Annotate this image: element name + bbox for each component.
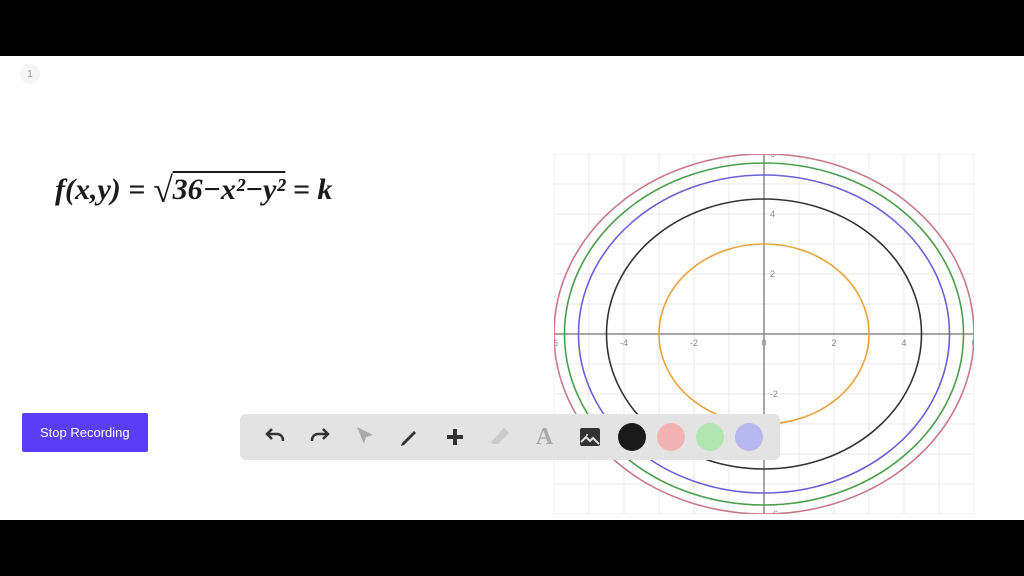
image-icon (578, 425, 602, 449)
undo-button[interactable] (258, 420, 292, 454)
pointer-button[interactable] (348, 420, 382, 454)
color-black[interactable] (618, 423, 646, 451)
svg-text:2: 2 (770, 269, 775, 279)
stop-recording-label: Stop Recording (40, 425, 130, 440)
equation-radical: 36−x²−y² (173, 173, 286, 206)
whiteboard-canvas[interactable]: 1 f(x,y) = √36−x²−y² = k -6-4-20246-6-4-… (0, 56, 1024, 520)
color-red[interactable] (657, 423, 685, 451)
add-button[interactable] (438, 420, 472, 454)
undo-icon (263, 425, 287, 449)
text-button[interactable]: A (528, 420, 562, 454)
eraser-button[interactable] (483, 420, 517, 454)
svg-text:4: 4 (901, 338, 906, 348)
page-number: 1 (27, 69, 33, 80)
pen-button[interactable] (393, 420, 427, 454)
image-button[interactable] (573, 420, 607, 454)
drawing-toolbar: A (240, 414, 780, 460)
equation-rhs: = k (285, 173, 332, 206)
redo-icon (308, 425, 332, 449)
svg-text:-2: -2 (770, 389, 778, 399)
stop-recording-button[interactable]: Stop Recording (22, 413, 148, 452)
color-green[interactable] (696, 423, 724, 451)
svg-text:-4: -4 (620, 338, 628, 348)
plus-icon (443, 425, 467, 449)
svg-text:0: 0 (761, 338, 766, 348)
page-number-badge: 1 (20, 64, 40, 84)
handwritten-equation: f(x,y) = √36−x²−y² = k (55, 166, 332, 208)
level-curves-graph: -6-4-20246-6-4-2246 (554, 154, 974, 514)
color-purple[interactable] (735, 423, 763, 451)
svg-text:2: 2 (831, 338, 836, 348)
pointer-icon (353, 425, 377, 449)
equation-lhs: f(x,y) = (55, 173, 153, 206)
eraser-icon (488, 425, 512, 449)
svg-text:4: 4 (770, 209, 775, 219)
text-icon: A (536, 424, 553, 451)
redo-button[interactable] (303, 420, 337, 454)
svg-text:-2: -2 (690, 338, 698, 348)
pen-icon (398, 425, 422, 449)
